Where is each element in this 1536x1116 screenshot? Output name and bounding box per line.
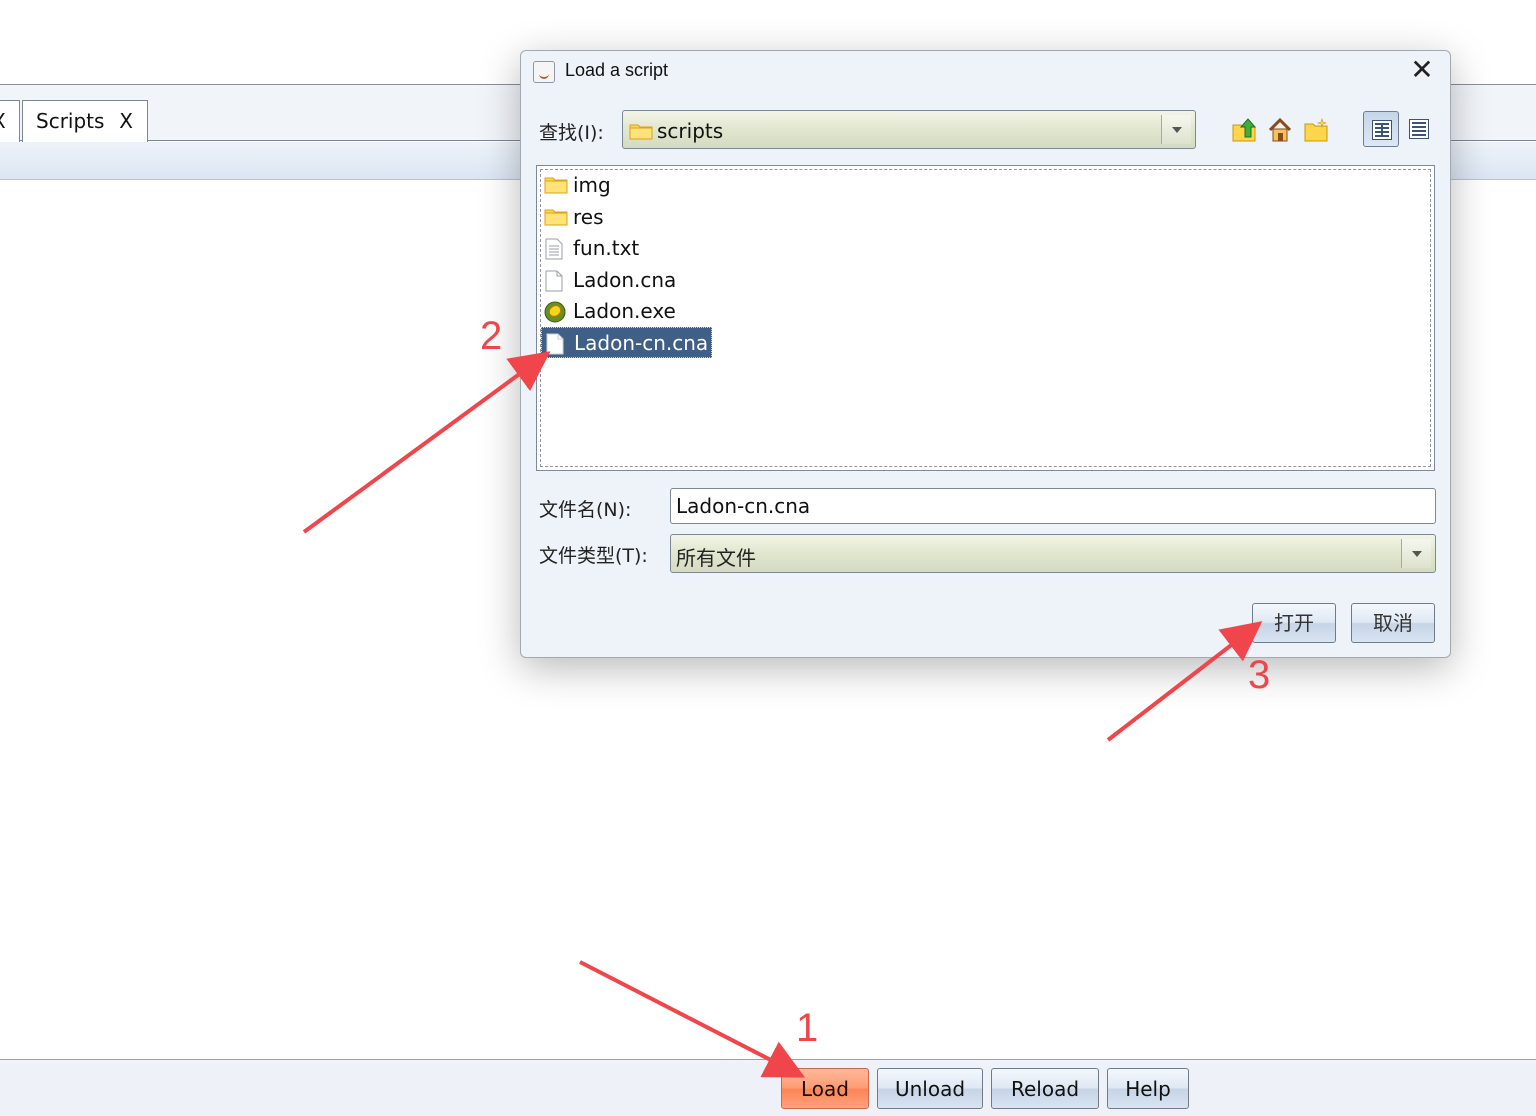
look-in-label: 查找(I): [539, 122, 604, 144]
list-item[interactable]: Ladon.cna [541, 265, 679, 296]
bottom-button-bar [0, 1059, 1536, 1116]
folder-icon [544, 209, 568, 226]
file-type-combobox[interactable]: 所有文件 [670, 534, 1436, 573]
tab-previous-close-label: X [0, 109, 6, 133]
file-type-value: 所有文件 [676, 546, 756, 570]
list-item[interactable]: img [541, 170, 614, 201]
details-view-toggle[interactable] [1401, 111, 1437, 147]
file-name: Ladon.cna [573, 268, 677, 292]
file-name: res [573, 205, 604, 229]
file-icon [545, 270, 563, 292]
chevron-down-icon[interactable] [1161, 115, 1191, 144]
chevron-down-icon[interactable] [1401, 539, 1431, 568]
look-in-combobox[interactable]: scripts [622, 110, 1196, 149]
list-item[interactable]: fun.txt [541, 233, 642, 264]
file-name: Ladon-cn.cna [574, 331, 709, 355]
folder-icon [544, 177, 568, 194]
list-item[interactable]: res [541, 202, 607, 233]
tab-scripts[interactable]: Scripts X [22, 100, 148, 142]
annotation-step-1: 1 [796, 1006, 819, 1050]
file-name-label: 文件名(N): [539, 499, 632, 521]
home-icon[interactable] [1267, 117, 1293, 143]
look-in-value: scripts [657, 119, 724, 143]
details-view-icon [1409, 119, 1429, 139]
folder-icon [629, 124, 653, 140]
unload-button[interactable]: Unload [877, 1068, 983, 1109]
file-list[interactable]: img res fun.txt Ladon.cna Ladon.exe Lado… [536, 165, 1435, 471]
tab-previous-close[interactable]: X [0, 100, 20, 142]
dialog-title: Load a script [565, 60, 669, 80]
annotation-step-3: 3 [1248, 653, 1271, 697]
file-name-input[interactable]: Ladon-cn.cna [670, 488, 1436, 524]
load-script-dialog: Load a script ✕ 查找(I): scripts img res f… [520, 50, 1451, 658]
tab-scripts-close-button[interactable]: X [119, 101, 133, 141]
help-button[interactable]: Help [1107, 1068, 1189, 1109]
list-item[interactable]: Ladon.exe [541, 296, 679, 327]
java-cup-icon [533, 61, 555, 83]
file-name: img [573, 173, 611, 197]
tab-scripts-label: Scripts [36, 109, 105, 133]
list-item-selected[interactable]: Ladon-cn.cna [541, 327, 713, 358]
file-icon [546, 333, 564, 355]
cancel-button[interactable]: 取消 [1351, 603, 1435, 643]
new-folder-icon[interactable] [1303, 117, 1329, 143]
file-name: fun.txt [573, 236, 640, 260]
text-file-icon [545, 238, 563, 260]
up-one-level-icon[interactable] [1231, 117, 1257, 143]
list-view-icon [1372, 120, 1392, 140]
file-name: Ladon.exe [573, 299, 676, 323]
exe-icon [544, 301, 566, 323]
reload-button[interactable]: Reload [991, 1068, 1099, 1109]
annotation-step-2: 2 [480, 314, 503, 358]
load-button[interactable]: Load [781, 1068, 869, 1109]
dialog-close-button[interactable]: ✕ [1406, 55, 1438, 87]
list-view-toggle[interactable] [1363, 111, 1399, 147]
file-type-label: 文件类型(T): [539, 545, 648, 567]
open-button[interactable]: 打开 [1252, 603, 1336, 643]
